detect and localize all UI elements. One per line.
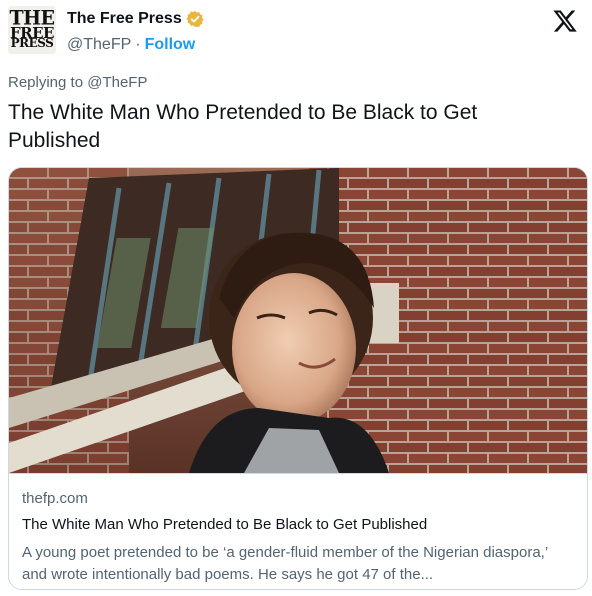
separator-dot: · [135,36,141,53]
author-name-row: The Free Press [67,10,204,28]
link-card-title: The White Man Who Pretended to Be Black … [22,516,428,533]
link-card-description: A young poet pretended to be ‘a gender-f… [22,544,548,583]
link-card-meta: thefp.com The White Man Who Pretended to… [9,473,587,589]
replying-to-mention[interactable]: @TheFP [87,74,147,91]
tweet-text: The White Man Who Pretended to Be Black … [8,101,478,152]
avatar-text-line-1: THE [9,6,55,30]
avatar[interactable]: THE FREE PRESS [8,6,56,54]
link-card-domain: thefp.com [22,490,88,507]
x-logo-icon[interactable] [552,8,578,34]
replying-to-prefix: Replying to [8,74,84,91]
link-card[interactable]: thefp.com The White Man Who Pretended to… [8,167,588,590]
verified-badge-icon [186,10,204,28]
tweet-header: THE FREE PRESS The Free Press @TheFP · F… [8,6,584,58]
avatar-text-line-3: PRESS [10,36,54,51]
author-handle[interactable]: @TheFP [67,36,131,54]
replying-to: Replying to @TheFP [8,74,147,91]
follow-button[interactable]: Follow [145,36,196,54]
link-card-image[interactable] [9,168,587,473]
author-handle-row: @TheFP · Follow [67,36,195,54]
author-display-name[interactable]: The Free Press [67,10,182,28]
